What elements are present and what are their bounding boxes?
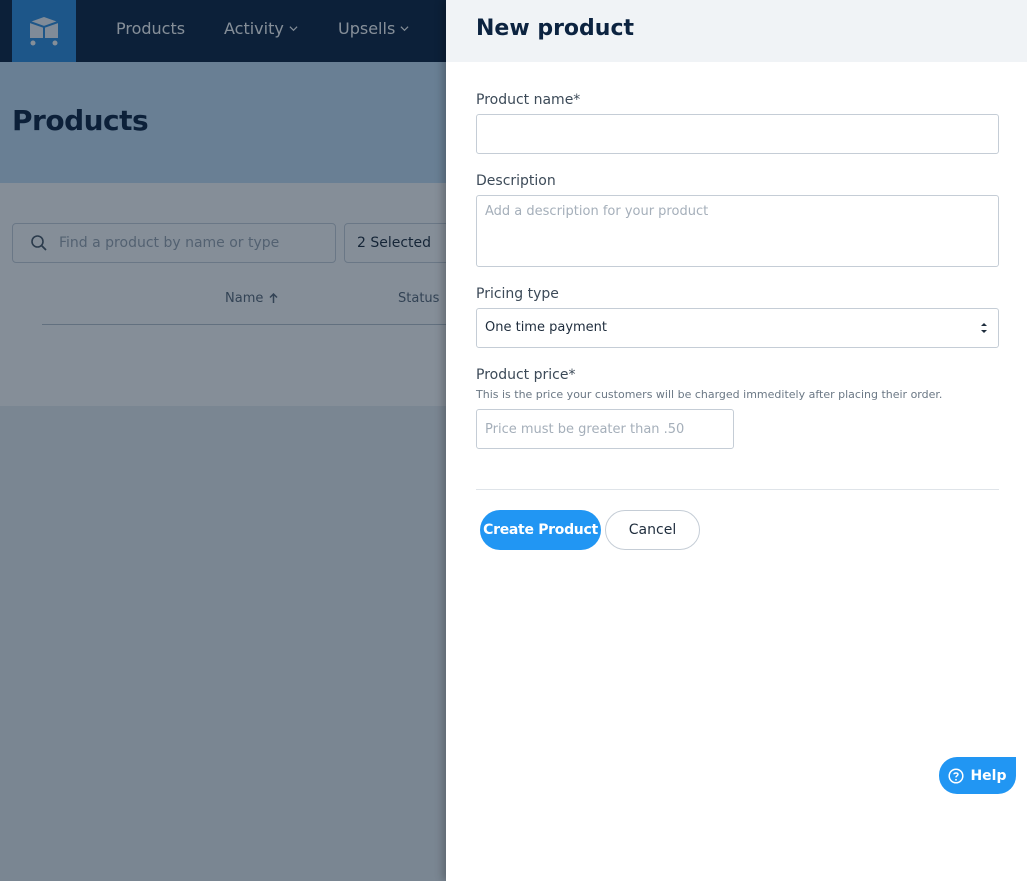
form-divider (476, 489, 999, 490)
product-price-label: Product price* (476, 367, 576, 383)
product-price-input[interactable] (476, 409, 734, 449)
pricing-type-select[interactable]: One time payment (476, 308, 999, 348)
drawer-header: New product (446, 0, 1027, 62)
product-name-label: Product name* (476, 92, 581, 108)
cancel-button[interactable]: Cancel (605, 510, 700, 550)
help-button[interactable]: Help (939, 757, 1016, 794)
description-textarea[interactable] (476, 195, 999, 267)
product-name-input[interactable] (476, 114, 999, 154)
create-product-button[interactable]: Create Product (480, 510, 601, 550)
product-price-help: This is the price your customers will be… (476, 388, 943, 401)
drawer-title: New product (476, 16, 634, 41)
new-product-drawer: New product Product name* Description Pr… (446, 0, 1027, 881)
pricing-type-label: Pricing type (476, 286, 559, 302)
question-circle-icon (948, 767, 965, 784)
pricing-type-value: One time payment (485, 320, 608, 335)
help-label: Help (970, 767, 1007, 784)
modal-backdrop[interactable] (0, 0, 446, 881)
select-updown-icon (981, 323, 987, 333)
description-label: Description (476, 173, 556, 189)
